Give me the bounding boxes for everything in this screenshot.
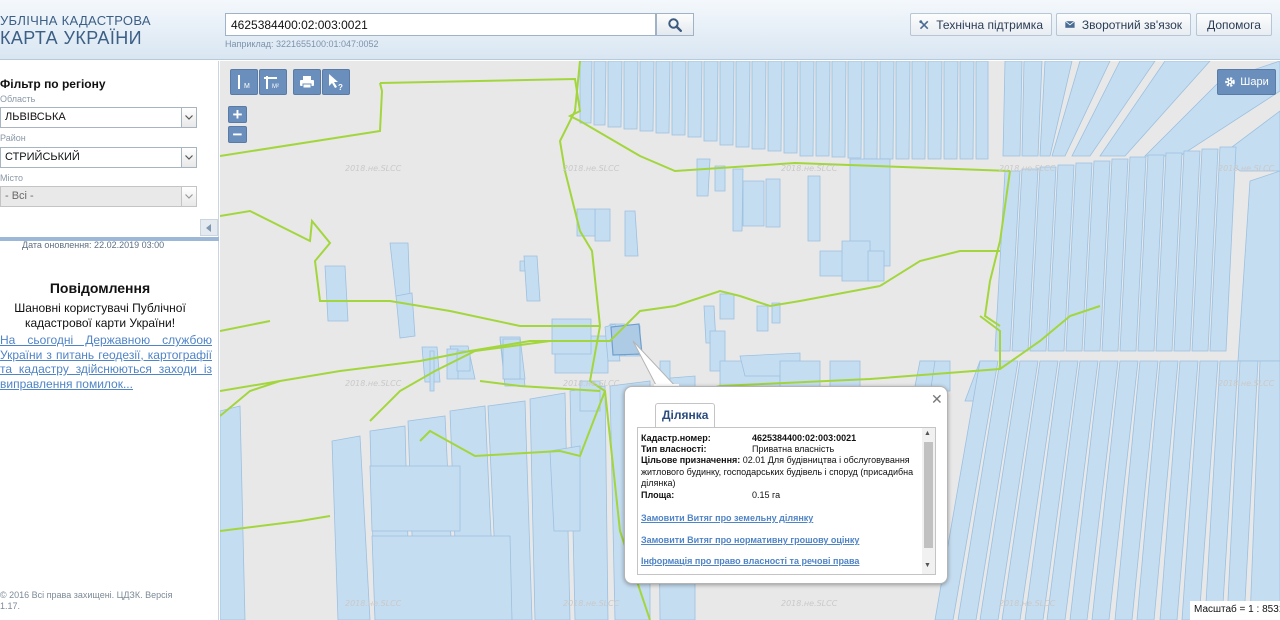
chevron-left-icon [206,223,211,232]
help-label: Допомога [1207,17,1261,32]
notice-text: Шановні користувачі Публічної кадастрово… [14,301,186,330]
city-select: - Всі - [0,186,197,207]
area-value: 0.15 га [752,490,781,500]
update-date: Дата оновлення: 22.02.2019 03:00 [22,240,165,250]
ownership-label: Тип власності: [641,444,707,454]
help-button[interactable]: Допомога [1196,13,1272,36]
logo-line1: УБЛІЧНА КАДАСТРОВА [0,13,151,28]
scroll-thumb[interactable] [924,442,933,548]
popup-pointer [632,340,680,390]
header: УБЛІЧНА КАДАСТРОВА КАРТА УКРАЇНИ Наприкл… [0,0,1280,60]
ownership-row: Тип власності: Приватна власність [641,444,931,456]
district-select[interactable]: СТРИЙСЬКИЙ [0,147,197,168]
measure-distance-button[interactable]: M [230,69,258,95]
order-extract-link[interactable]: Замовити Витяг про земельну ділянку [641,513,813,523]
close-icon[interactable]: ✕ [931,392,943,406]
logo-line2: КАРТА УКРАЇНИ [0,28,142,48]
printer-icon [300,76,314,89]
zoom-out-button[interactable]: − [228,126,247,143]
watermark: 2018.не.SLCC [999,599,1056,608]
svg-text:M: M [244,83,250,90]
watermark: 2018.не.SLCC [1218,164,1275,173]
feedback-label: Зворотний зв'язок [1081,17,1182,32]
watermark: 2018.не.SLCC [345,164,402,173]
district-label: Район [0,133,26,143]
watermark: 2018.не.SLCC [781,164,838,173]
ownership-rights-link[interactable]: Інформація про право власності та речові… [641,556,859,566]
envelope-icon [1065,20,1075,28]
search-hint: Наприклад: 3221655100:01:047:0052 [225,39,379,49]
chevron-down-icon [181,187,196,206]
region-value: ЛЬВІВСЬКА [5,111,66,123]
print-button[interactable] [293,69,321,95]
feedback-button[interactable]: Зворотний зв'язок [1056,13,1191,36]
ruler-icon: M [238,75,250,90]
popup-scrollbar[interactable]: ▲ ▼ [922,428,935,574]
cadastral-value: 4625384400:02:003:0021 [752,433,857,443]
identify-button[interactable]: ? [322,69,350,95]
zoom-in-button[interactable]: + [228,106,247,123]
notice-title: Повідомлення [49,280,151,296]
site-logo[interactable]: УБЛІЧНА КАДАСТРОВА КАРТА УКРАЇНИ [0,14,151,47]
map-scale: Масштаб = 1 : 8531 [1190,601,1280,620]
notice-link[interactable]: На сьогодні Державною службою України з … [0,333,212,391]
area-label: Площа: [641,490,675,500]
watermark: 2018.не.SLCC [999,164,1056,173]
area-ruler-icon: M² [264,76,279,90]
district-value: СТРИЙСЬКИЙ [5,151,80,163]
watermark: 2018.не.SLCC [345,599,402,608]
svg-text:?: ? [338,83,343,91]
measure-area-button[interactable]: M² [259,69,287,95]
layers-button[interactable]: Шари [1217,69,1276,95]
search-icon [668,17,682,32]
purpose-row: Цільове призначення: 02.01 Для будівницт… [641,455,919,490]
parcel-popup: ✕ Ділянка Кадастр.номер: 4625384400:02:00… [624,386,948,584]
city-label: Місто [0,173,24,183]
collapse-sidebar-button[interactable] [200,219,218,236]
copyright-footer: © 2016 Всі права захищені. ЦДЗК. Версія … [0,590,173,611]
watermark: 2018.не.SLCC [563,379,620,388]
support-label: Технічна підтримка [936,17,1043,32]
gear-icon [1225,77,1236,87]
search-button[interactable] [656,13,694,36]
cadastral-label: Кадастр.номер: [641,433,711,443]
chevron-down-icon [181,108,196,127]
ownership-value: Приватна власність [752,444,835,454]
region-select[interactable]: ЛЬВІВСЬКА [0,107,197,128]
area-row: Площа: 0.15 га [641,490,931,502]
scroll-up-icon[interactable]: ▲ [924,430,931,437]
cadastral-row: Кадастр.номер: 4625384400:02:003:0021 [641,433,931,445]
watermark: 2018.не.SLCC [781,599,838,608]
tab-parcel[interactable]: Ділянка [655,403,716,427]
support-button[interactable]: Технічна підтримка [910,13,1052,36]
tools-icon [919,19,929,29]
svg-text:M²: M² [272,84,279,90]
watermark: 2018.не.SLCC [563,164,620,173]
cursor-help-icon: ? [329,74,343,91]
region-label: Область [0,94,36,104]
watermark: 2018.не.SLCC [563,599,620,608]
layers-label: Шари [1240,76,1269,88]
map-view[interactable]: 2018.не.SLCC 2018.не.SLCC 2018.не.SLCC 2… [220,61,1280,620]
city-value: - Всі - [5,190,34,202]
chevron-down-icon [181,148,196,167]
order-valuation-link[interactable]: Замовити Витяг про нормативну грошову оц… [641,535,859,545]
watermark: 2018.не.SLCC [1218,379,1275,388]
purpose-label: Цільове призначення: [641,455,741,465]
watermark: 2018.не.SLCC [345,379,402,388]
filter-title: Фільтр по регіону [0,77,106,91]
parcel-info: Кадастр.номер: 4625384400:02:003:0021 Тип… [637,427,936,575]
scroll-down-icon[interactable]: ▼ [924,562,931,569]
search-input[interactable] [225,13,656,36]
sidebar: Фільтр по регіону Область ЛЬВІВСЬКА Райо… [0,61,219,620]
